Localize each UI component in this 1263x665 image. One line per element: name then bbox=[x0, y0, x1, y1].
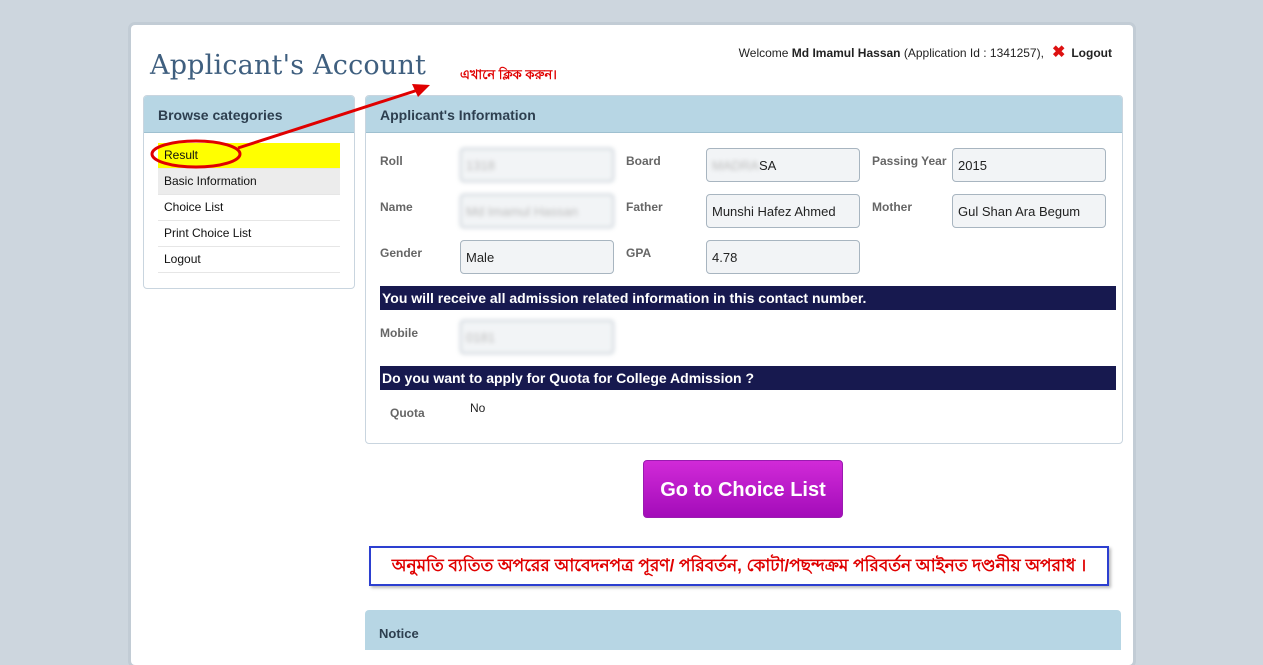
quota-value: No bbox=[470, 401, 486, 415]
applicant-info-panel: Applicant's Information Roll 1318 Board … bbox=[365, 95, 1123, 444]
sidebar-item-print-choice-list[interactable]: Print Choice List bbox=[158, 221, 340, 247]
name-label: Name bbox=[380, 200, 413, 214]
application-id: (Application Id : 1341257), bbox=[903, 46, 1044, 60]
passing-year-field: 2015 bbox=[952, 148, 1106, 182]
gender-label: Gender bbox=[380, 246, 423, 260]
applicant-info-title: Applicant's Information bbox=[366, 96, 1122, 133]
quota-banner: Do you want to apply for Quota for Colle… bbox=[380, 366, 1116, 390]
legal-warning-box: অনুমতি ব্যতিত অপরের আবেদনপত্র পূরণ/ পরিব… bbox=[369, 546, 1109, 586]
name-field: Md Imamul Hassan bbox=[460, 194, 614, 228]
mobile-field: 0181 bbox=[460, 320, 614, 354]
sidebar-item-result[interactable]: Result bbox=[158, 143, 340, 169]
gpa-field: 4.78 bbox=[706, 240, 860, 274]
welcome-prefix: Welcome bbox=[738, 46, 789, 60]
passing-year-label: Passing Year bbox=[872, 154, 947, 168]
board-field-visible: SA bbox=[758, 158, 777, 173]
mother-label: Mother bbox=[872, 200, 912, 214]
father-field: Munshi Hafez Ahmed bbox=[706, 194, 860, 228]
logout-link[interactable]: Logout bbox=[1071, 46, 1112, 60]
sidebar-item-logout[interactable]: Logout bbox=[158, 247, 340, 273]
gender-field: Male bbox=[460, 240, 614, 274]
logout-icon[interactable]: ✖ bbox=[1052, 45, 1065, 61]
sidebar-item-choice-list[interactable]: Choice List bbox=[158, 195, 340, 221]
roll-field: 1318 bbox=[460, 148, 614, 182]
mother-field: Gul Shan Ara Begum bbox=[952, 194, 1106, 228]
quota-label: Quota bbox=[390, 406, 425, 420]
board-label: Board bbox=[626, 154, 661, 168]
roll-label: Roll bbox=[380, 154, 403, 168]
board-field: MADRASA bbox=[706, 148, 860, 182]
sidebar-title: Browse categories bbox=[144, 96, 354, 133]
gpa-label: GPA bbox=[626, 246, 652, 260]
sidebar: Browse categories Result Basic Informati… bbox=[143, 95, 355, 289]
mobile-label: Mobile bbox=[380, 326, 418, 340]
page-title: Applicant's Account bbox=[150, 50, 427, 81]
sidebar-item-basic-information[interactable]: Basic Information bbox=[158, 169, 340, 195]
notice-panel: Notice bbox=[365, 610, 1121, 650]
annotation-text: এখানে ক্লিক করুন। bbox=[460, 67, 557, 82]
sidebar-list: Result Basic Information Choice List Pri… bbox=[158, 143, 340, 273]
user-name: Md Imamul Hassan bbox=[791, 46, 901, 60]
notice-title: Notice bbox=[379, 626, 419, 641]
go-to-choice-list-button[interactable]: Go to Choice List bbox=[643, 460, 843, 518]
contact-info-banner: You will receive all admission related i… bbox=[380, 286, 1116, 310]
father-label: Father bbox=[626, 200, 663, 214]
welcome-bar: Welcome Md Imamul Hassan (Application Id… bbox=[738, 45, 1112, 61]
